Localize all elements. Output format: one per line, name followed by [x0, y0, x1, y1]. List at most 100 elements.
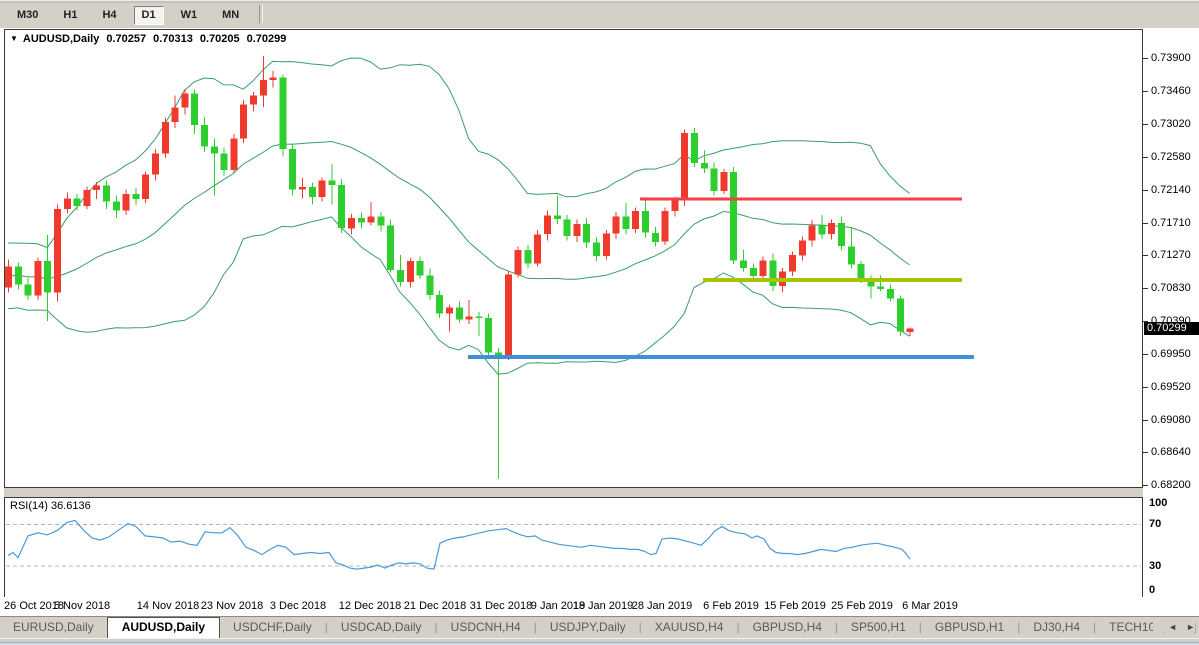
chart-tab-usdchf-daily[interactable]: USDCHF,Daily: [220, 617, 325, 638]
price-axis-tick: [1143, 255, 1148, 256]
candle: [828, 223, 835, 234]
candle: [897, 299, 904, 332]
candle: [613, 216, 620, 233]
chart-tab-xauusd-h4[interactable]: XAUUSD,H4: [642, 617, 737, 638]
price-axis-label: 0.68640: [1151, 446, 1191, 458]
chart-tab-usdcad-daily[interactable]: USDCAD,Daily: [328, 617, 435, 638]
candle: [534, 234, 541, 263]
date-axis-label: 12 Dec 2018: [339, 600, 401, 612]
timeframe-button-d1[interactable]: D1: [134, 6, 164, 25]
candle: [662, 211, 669, 242]
candle: [593, 243, 600, 257]
chart-tabs-bar: EURUSD,DailyAUDUSD,DailyUSDCHF,Daily|USD…: [0, 616, 1199, 639]
date-axis-label: 6 Mar 2019: [902, 600, 958, 612]
price-axis-tick: [1143, 124, 1148, 125]
rsi-axis-label: 100: [1149, 497, 1167, 509]
candle: [103, 186, 110, 202]
price-axis-label: 0.73020: [1151, 118, 1191, 130]
rsi-axis-label: 70: [1149, 518, 1161, 530]
chart-canvas[interactable]: [4, 29, 1143, 597]
price-axis-tick: [1143, 420, 1148, 421]
candle: [809, 225, 816, 240]
candle: [573, 224, 580, 236]
tab-scroll-right-button[interactable]: ►: [1186, 622, 1195, 632]
candle: [44, 261, 51, 293]
candle: [652, 233, 659, 242]
chart-tab-dj30-h4[interactable]: DJ30,H4: [1020, 617, 1093, 638]
candle: [142, 174, 149, 199]
timeframe-button-h1[interactable]: H1: [55, 6, 85, 25]
candle: [34, 261, 41, 296]
candle: [113, 201, 120, 210]
candle: [818, 225, 825, 234]
candle: [15, 267, 22, 285]
ohlc-high: 0.70313: [153, 33, 193, 45]
price-axis-label: 0.70830: [1151, 282, 1191, 294]
candle: [475, 317, 482, 319]
price-axis-tick: [1143, 223, 1148, 224]
candle: [858, 264, 865, 279]
candle: [544, 216, 551, 235]
mt4-window: M30 H1 H4 D1 W1 MN ▼ AUDUSD,Daily 0.70257 0.7031…: [0, 0, 1199, 645]
price-axis-label: 0.71270: [1151, 249, 1191, 261]
date-axis-label: 31 Dec 2018: [470, 600, 532, 612]
candle: [74, 198, 81, 206]
timeframe-button-mn[interactable]: MN: [214, 6, 247, 25]
tab-scroll-left-button[interactable]: ◄: [1168, 622, 1177, 632]
candle: [250, 96, 257, 105]
rsi-axis-label: 30: [1149, 560, 1161, 572]
price-axis-tick: [1143, 485, 1148, 486]
date-axis-label: 5 Nov 2018: [54, 600, 110, 612]
candle: [769, 261, 776, 287]
candle: [25, 285, 32, 296]
price-axis-tick: [1143, 387, 1148, 388]
price-axis-label: 0.73460: [1151, 85, 1191, 97]
chart-tab-gbpusd-h1[interactable]: GBPUSD,H1: [922, 617, 1017, 638]
chart-tab-gbpusd-h4[interactable]: GBPUSD,H4: [740, 617, 835, 638]
candle: [319, 180, 326, 197]
candle: [564, 219, 571, 236]
candle: [524, 250, 531, 264]
chart-tab-audusd-daily[interactable]: AUDUSD,Daily: [107, 617, 220, 639]
candle: [201, 125, 208, 147]
chart-symbol-label: AUDUSD,Daily: [23, 33, 99, 45]
price-axis-label: 0.72580: [1151, 151, 1191, 163]
candle: [485, 318, 492, 353]
timeframe-button-h4[interactable]: H4: [94, 6, 124, 25]
candle: [230, 138, 237, 170]
price-axis-tick: [1143, 58, 1148, 59]
candle: [436, 295, 443, 314]
candle: [691, 133, 698, 163]
date-axis-label: 21 Dec 2018: [404, 600, 466, 612]
timeframe-button-m30[interactable]: M30: [9, 6, 46, 25]
symbol-dropdown-icon[interactable]: ▼: [10, 34, 18, 43]
date-axis-label: 28 Jan 2019: [632, 600, 693, 612]
candle: [387, 225, 394, 270]
candle: [789, 255, 796, 272]
date-axis-label: 23 Nov 2018: [201, 600, 263, 612]
price-axis-tick: [1143, 354, 1148, 355]
candle: [132, 194, 139, 199]
chart-tab-usdcnh-h4[interactable]: USDCNH,H4: [438, 617, 534, 638]
timeframe-button-w1[interactable]: W1: [173, 6, 206, 25]
candle: [407, 261, 414, 282]
candle: [583, 224, 590, 243]
price-axis-tick: [1143, 157, 1148, 158]
candle: [554, 216, 561, 220]
ohlc-low: 0.70205: [200, 33, 240, 45]
toolbar-separator: [259, 5, 263, 23]
chart-tab-usdjpy-daily[interactable]: USDJPY,Daily: [537, 617, 639, 638]
pane-splitter[interactable]: [4, 487, 1143, 496]
candle: [720, 172, 727, 191]
chart-tab-sp500-h1[interactable]: SP500,H1: [838, 617, 919, 638]
date-axis-label: 6 Feb 2019: [703, 600, 759, 612]
tab-scroll-arrows: ◄►: [1153, 622, 1195, 632]
candle: [760, 261, 767, 277]
ohlc-open: 0.70257: [106, 33, 146, 45]
date-axis-label: 15 Feb 2019: [764, 600, 826, 612]
candle: [711, 168, 718, 191]
candle: [368, 216, 375, 222]
price-axis-label: 0.71710: [1151, 217, 1191, 229]
candle: [397, 270, 404, 282]
chart-tab-eurusd-daily[interactable]: EURUSD,Daily: [0, 617, 107, 638]
